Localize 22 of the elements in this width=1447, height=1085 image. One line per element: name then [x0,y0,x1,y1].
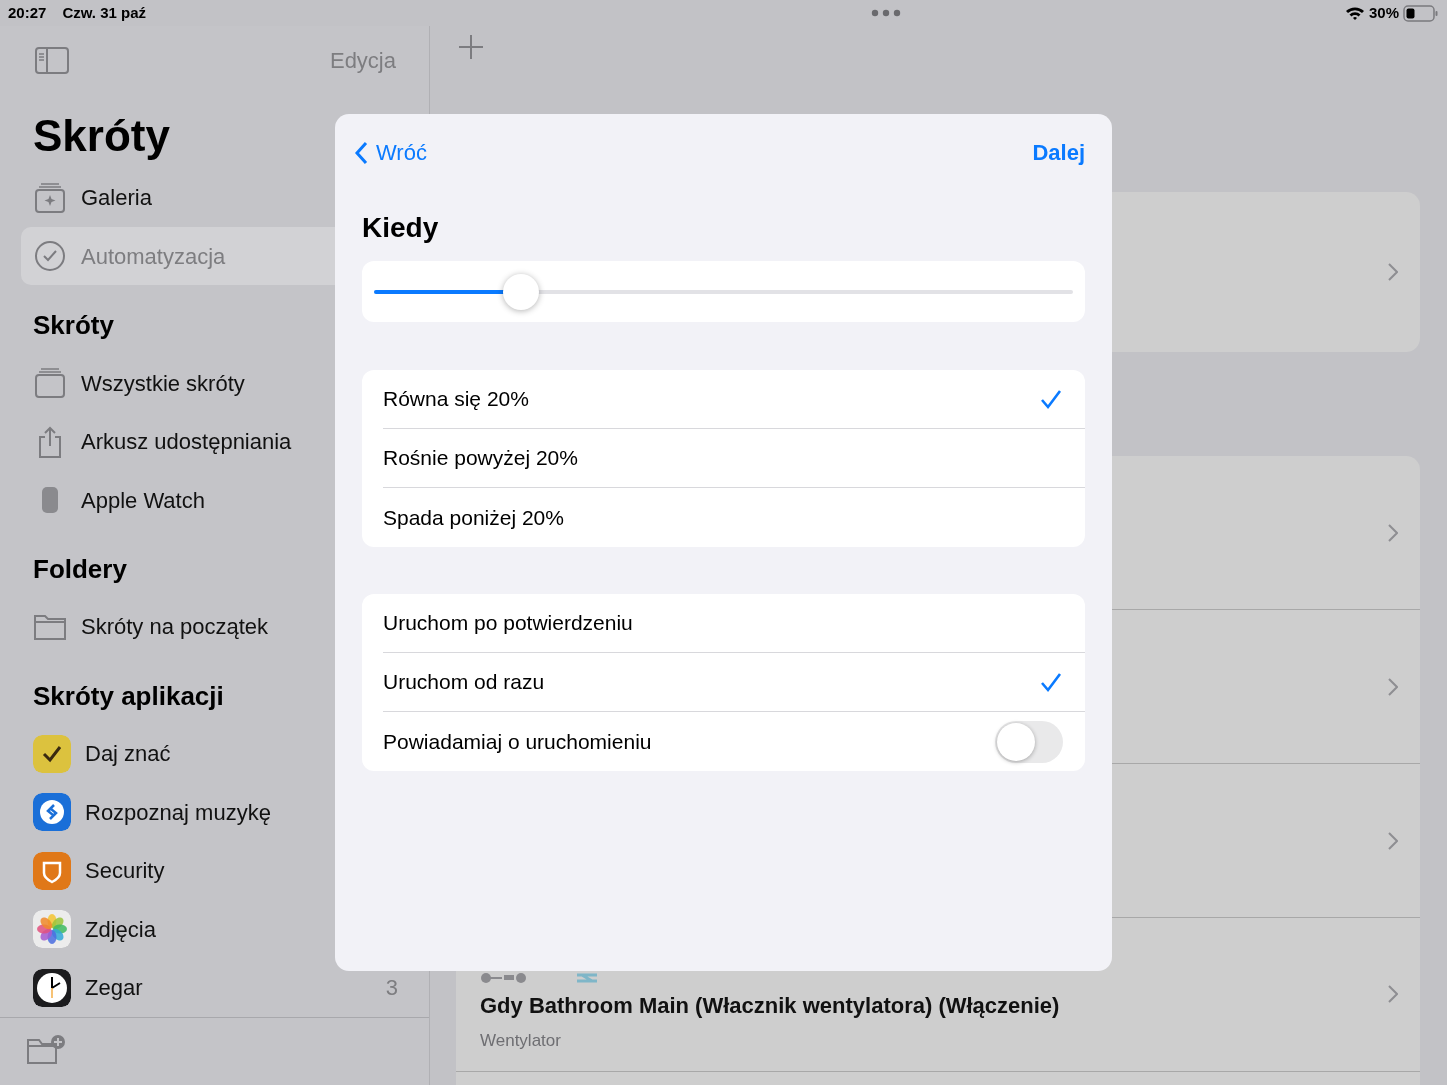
option-row[interactable]: Równa się 20% [383,370,1085,429]
option-row[interactable]: Uruchom od razu [383,653,1085,712]
status-date: Czw. 31 paź [62,2,146,23]
automation-subtitle: Wentylator [480,1029,562,1052]
option-row[interactable]: Uruchom po potwierdzeniu [383,594,1085,653]
status-time: 20:27 [8,2,47,23]
section-heading: Foldery [33,553,127,587]
next-button[interactable]: Dalej [1032,136,1085,169]
sidebar-item[interactable]: Zegar 3 [21,958,415,1018]
item-count: 3 [385,974,398,1003]
section-heading: Skróty [33,309,114,343]
option-row[interactable]: Spada poniżej 20% [383,488,1085,547]
battery-percent: 30% [1368,2,1399,23]
sidebar-item[interactable]: Zdjęcia [21,900,415,959]
automation-title: Gdy Bathroom Main (Włacznik wentylatora) (Włączenie) [480,991,1060,1020]
sidebar-item[interactable]: Security [21,841,415,901]
option-row[interactable]: Powiadamiaj o uruchomieniu [383,712,1085,771]
sidebar-title: Skróty [33,109,170,162]
back-button[interactable]: Wróć [354,136,427,169]
option-row[interactable]: Rośnie powyżej 20% [383,429,1085,488]
section-heading: Skróty aplikacji [33,680,224,714]
sidebar-item[interactable]: Rozpoznaj muzykę [21,783,415,842]
